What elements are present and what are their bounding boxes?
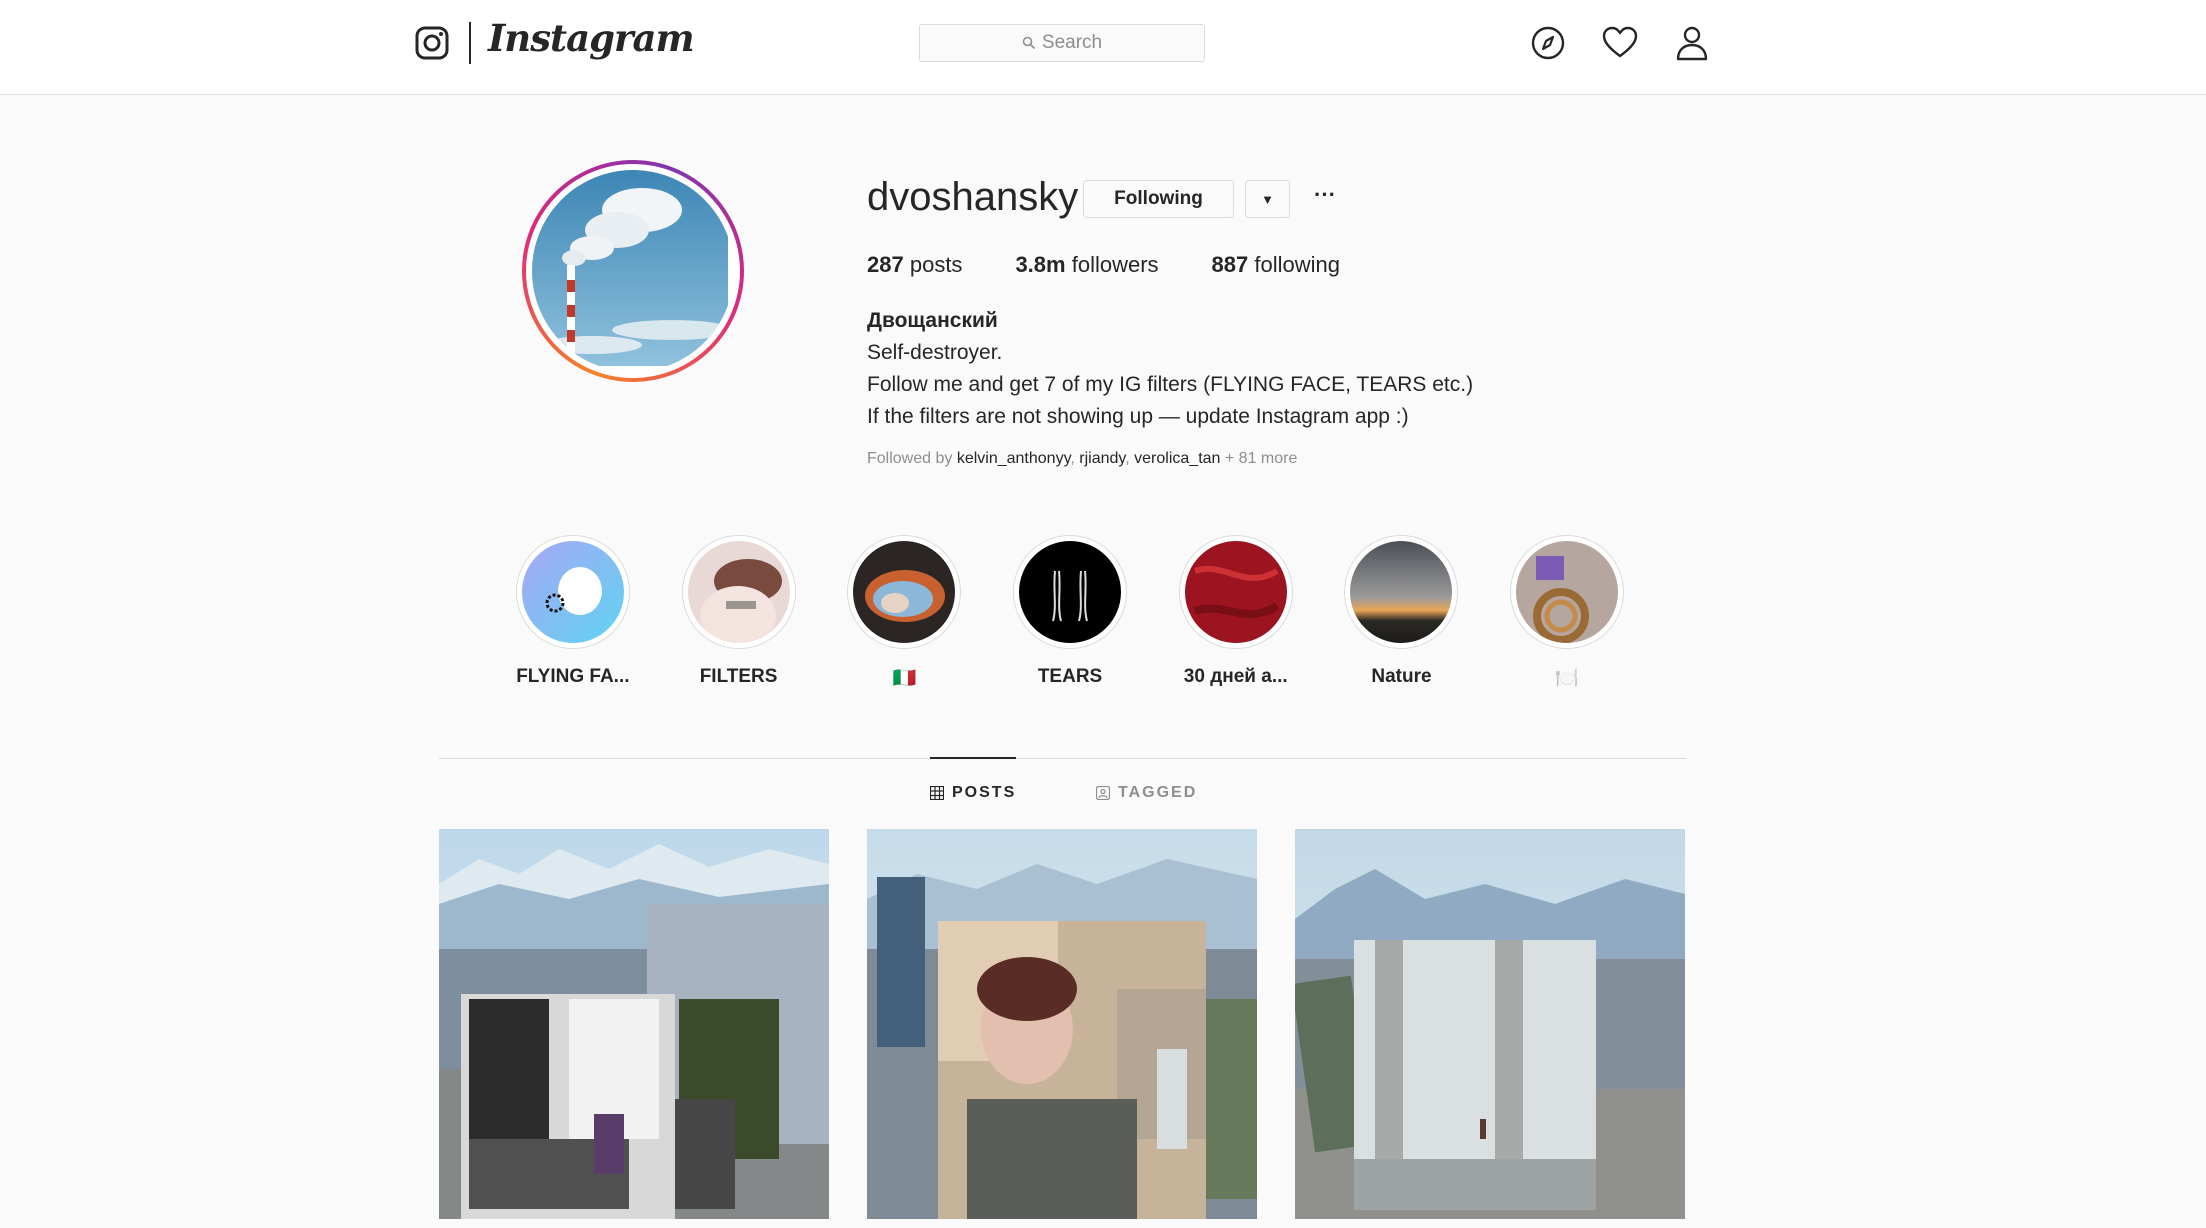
top-navigation-bar: Instagram Search <box>0 0 2206 95</box>
highlight-item[interactable]: Nature <box>1319 535 1485 690</box>
highlight-item[interactable]: TEARS <box>987 535 1153 690</box>
active-tab-indicator <box>930 757 1016 759</box>
bio-line: Follow me and get 7 of my IG filters (FL… <box>867 373 1474 396</box>
more-options-icon[interactable]: ··· <box>1310 184 1340 214</box>
followed-by: Followed by kelvin_anthonyy, rjiandy, ve… <box>867 450 1298 467</box>
tagged-icon <box>1096 786 1110 800</box>
followed-by-user[interactable]: kelvin_anthonyy <box>957 450 1071 467</box>
profile-stats: 287 posts 3.8m followers 887 following <box>867 252 1393 278</box>
profile-bio: Двощанский Self-destroyer. Follow me and… <box>867 305 1473 433</box>
followers-link[interactable]: 3.8m followers <box>1015 252 1158 278</box>
highlight-item[interactable]: FILTERS <box>656 535 822 690</box>
highlight-cover <box>687 541 790 643</box>
following-button[interactable]: Following <box>1083 180 1234 218</box>
profile-username: dvoshansky <box>867 175 1079 219</box>
highlight-cover <box>1019 541 1122 643</box>
search-input[interactable]: Search <box>919 24 1205 62</box>
highlight-item[interactable]: 🇮🇹 <box>821 535 987 690</box>
post-thumbnail[interactable] <box>867 829 1257 1219</box>
user-icon[interactable] <box>1673 24 1711 62</box>
avatar <box>532 170 734 372</box>
highlight-cover <box>1184 541 1287 643</box>
highlight-cover <box>521 541 624 643</box>
profile-avatar-ring[interactable] <box>522 160 744 382</box>
bio-line: If the filters are not showing up — upda… <box>867 405 1409 428</box>
highlight-label: 🍽️ <box>1555 668 1579 689</box>
grid-icon <box>930 786 944 800</box>
tab-tagged[interactable]: TAGGED <box>1096 784 1197 802</box>
highlight-cover <box>1350 541 1453 643</box>
post-thumbnail[interactable] <box>1295 829 1685 1219</box>
instagram-wordmark[interactable]: Instagram <box>488 16 695 60</box>
story-highlights: FLYING FA... FILTERS 🇮🇹 TEARS 30 дней а.… <box>490 535 1650 690</box>
highlight-cover <box>1516 541 1619 643</box>
highlight-label: FLYING FA... <box>516 666 630 687</box>
search-icon <box>1022 36 1035 50</box>
bio-line: Self-destroyer. <box>867 341 1003 364</box>
posts-count: 287 posts <box>867 252 963 277</box>
highlight-item[interactable]: 30 дней а... <box>1153 535 1319 690</box>
suggestions-dropdown-button[interactable]: ▼ <box>1245 180 1290 218</box>
triangle-down-icon: ▼ <box>1261 191 1274 207</box>
post-thumbnail[interactable] <box>439 829 829 1219</box>
highlight-label: 🇮🇹 <box>892 668 917 689</box>
highlight-label: 30 дней а... <box>1183 666 1288 687</box>
highlight-cover <box>853 541 956 643</box>
heart-icon[interactable] <box>1601 24 1639 62</box>
followed-by-more[interactable]: + 81 more <box>1225 450 1297 467</box>
highlight-label: FILTERS <box>699 666 778 687</box>
highlight-item[interactable]: 🍽️ <box>1484 535 1650 690</box>
highlight-label: TEARS <box>1037 666 1103 687</box>
profile-full-name: Двощанский <box>867 309 998 332</box>
highlight-item[interactable]: FLYING FA... <box>490 535 656 690</box>
instagram-camera-icon[interactable] <box>415 26 449 60</box>
tabs-divider <box>439 758 1686 759</box>
following-link[interactable]: 887 following <box>1212 252 1340 278</box>
search-placeholder: Search <box>1041 32 1103 53</box>
highlight-label: Nature <box>1371 666 1432 687</box>
compass-icon[interactable] <box>1529 24 1567 62</box>
followed-by-user[interactable]: rjiandy <box>1079 450 1125 467</box>
followed-by-user[interactable]: verolica_tan <box>1134 450 1220 467</box>
logo-divider <box>469 22 471 64</box>
tab-posts[interactable]: POSTS <box>930 784 1016 802</box>
